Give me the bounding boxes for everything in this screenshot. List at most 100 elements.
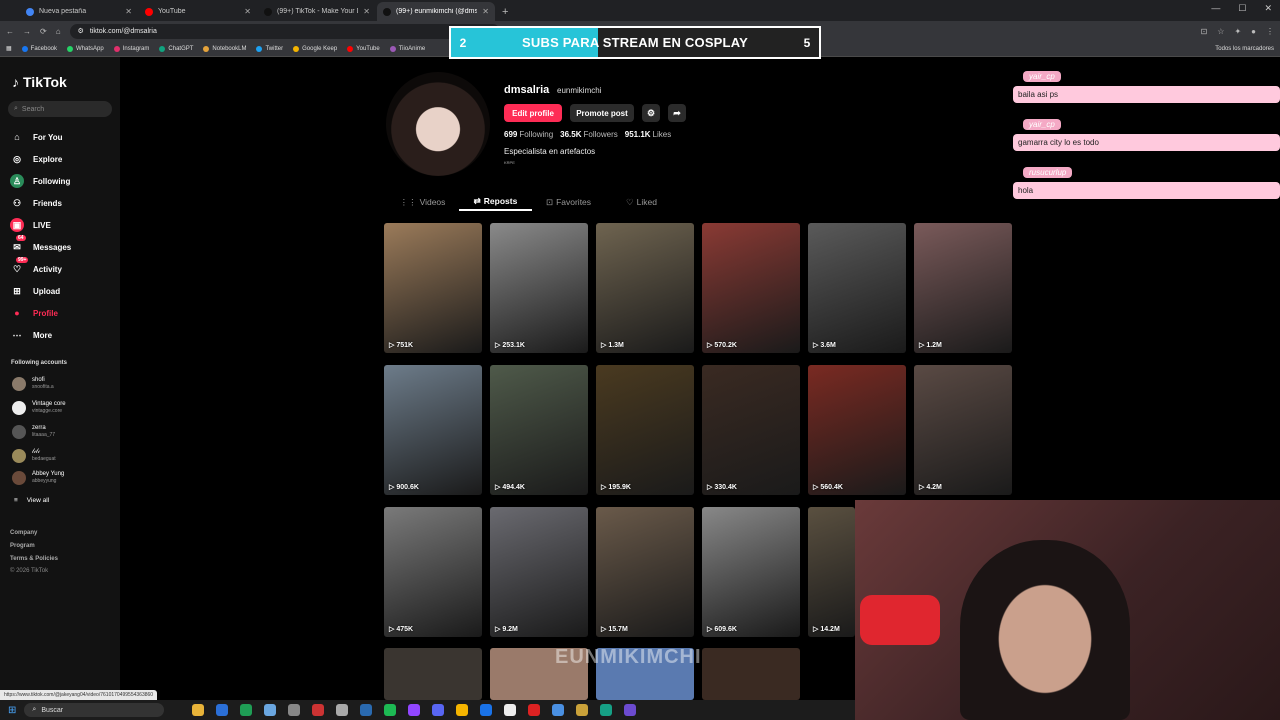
install-icon[interactable]: ⊡ (1201, 27, 1208, 36)
url-field[interactable]: ⚙ tiktok.com/@dmsalria (69, 23, 500, 39)
video-thumbnail[interactable]: ▷ 195.9K (596, 365, 694, 495)
site-info-icon[interactable]: ⚙ (78, 27, 84, 35)
browser-tab[interactable]: (99+) TikTok - Make Your Day ✕ (258, 2, 376, 21)
video-thumbnail[interactable]: ▷ 570.2K (702, 223, 800, 353)
app-icon[interactable] (624, 704, 637, 716)
video-thumb-partial[interactable] (702, 648, 800, 700)
bookmark-item[interactable]: ChatGPT (159, 45, 193, 52)
sidebar-item-live[interactable]: ▣ LIVE (10, 218, 51, 232)
discord-icon[interactable] (432, 704, 445, 716)
view-all-button[interactable]: ≡ View all (14, 497, 49, 504)
following-account[interactable]: zerra litaaaa_77 (12, 425, 55, 439)
spotify-icon[interactable] (384, 704, 397, 716)
share-icon[interactable]: ➦ (668, 104, 686, 122)
sidebar-item-upload[interactable]: ⊞ Upload (10, 284, 60, 298)
obs-icon[interactable] (312, 704, 325, 716)
video-thumbnail[interactable]: ▷ 4.2M (914, 365, 1012, 495)
excel-icon[interactable] (240, 704, 253, 716)
video-thumbnail[interactable]: ▷ 1.3M (596, 223, 694, 353)
close-window-icon[interactable]: ✕ (1264, 3, 1272, 14)
app-icon[interactable] (336, 704, 349, 716)
video-thumbnail[interactable]: ▷ 609.6K (702, 507, 800, 637)
app-icon[interactable] (552, 704, 565, 716)
bookmark-item[interactable]: Facebook (21, 45, 57, 52)
video-thumbnail[interactable]: ▷ 3.6M (808, 223, 906, 353)
bookmark-item[interactable]: WhatsApp (67, 45, 104, 52)
promote-post-button[interactable]: Promote post (570, 104, 634, 122)
bookmark-item[interactable]: Twitter (256, 45, 283, 52)
steam-icon[interactable] (360, 704, 373, 716)
back-icon[interactable]: ← (6, 27, 14, 36)
video-thumbnail[interactable]: ▷ 900.6K (384, 365, 482, 495)
tab-reposts[interactable]: ⇄ Reposts (459, 193, 532, 211)
following-account[interactable]: shofi snoofita.a (12, 377, 54, 391)
tiktok-logo[interactable]: ♪ TikTok (12, 74, 67, 90)
sidebar-item-more[interactable]: ⋯ More (10, 328, 53, 342)
app-icon[interactable] (576, 704, 589, 716)
sidebar-item-friends[interactable]: ⚇ Friends (10, 196, 62, 210)
video-thumbnail[interactable]: ▷ 1.2M (914, 223, 1012, 353)
app-icon[interactable] (480, 704, 493, 716)
following-account[interactable]: Abbey Yung abbeyyung (12, 471, 64, 485)
browser-tab[interactable]: YouTube ✕ (139, 2, 257, 21)
chrome-icon[interactable] (456, 704, 469, 716)
close-tab-icon[interactable]: ✕ (482, 7, 489, 16)
reload-icon[interactable]: ⟳ (40, 27, 47, 36)
video-thumbnail[interactable]: ▷ 253.1K (490, 223, 588, 353)
sidebar-item-for-you[interactable]: ⌂ For You (10, 130, 62, 144)
close-tab-icon[interactable]: ✕ (363, 7, 370, 16)
forward-icon[interactable]: → (23, 27, 31, 36)
video-thumbnail[interactable]: ▷ 494.4K (490, 365, 588, 495)
video-thumbnail[interactable]: ▷ 15.7M (596, 507, 694, 637)
footer-terms[interactable]: Terms & Policies (10, 556, 58, 562)
bookmark-star-icon[interactable]: ☆ (1217, 27, 1224, 36)
video-thumbnail[interactable]: ▷ 560.4K (808, 365, 906, 495)
following-account[interactable]: 𝓁𝒾𝓁𝒾 bedaeguat (12, 449, 56, 463)
sidebar-item-activity[interactable]: ♡ Activity 99+ (10, 257, 62, 276)
app-icon[interactable] (264, 704, 277, 716)
bookmark-item[interactable]: YouTube (347, 45, 380, 52)
sidebar-item-messages[interactable]: ✉ Messages 64 (10, 235, 71, 254)
taskbar-search[interactable]: ⌕ Buscar (24, 703, 165, 717)
search-input[interactable]: ⌕ Search (8, 101, 112, 117)
app-icon[interactable] (528, 704, 541, 716)
profile-menu-icon[interactable]: ● (1251, 27, 1256, 36)
video-thumbnail[interactable]: ▷ 330.4K (702, 365, 800, 495)
sidebar-item-explore[interactable]: ◎ Explore (10, 152, 62, 166)
bookmark-item[interactable]: NotebookLM (203, 45, 246, 52)
all-bookmarks[interactable]: Todos los marcadores (1215, 46, 1274, 52)
app-icon[interactable] (504, 704, 517, 716)
apps-icon[interactable]: ▦ (6, 45, 12, 52)
browser-tab[interactable]: (99+) eunmikimchi (@dmsalria) ✕ (377, 2, 495, 21)
edit-profile-button[interactable]: Edit profile (504, 104, 562, 122)
footer-company[interactable]: Company (10, 530, 37, 536)
twitch-icon[interactable] (408, 704, 421, 716)
tab-liked[interactable]: ♡ Liked (605, 193, 678, 211)
file-explorer-icon[interactable] (192, 704, 205, 716)
maximize-icon[interactable]: ☐ (1238, 3, 1246, 14)
bookmark-item[interactable]: TiioAnime (389, 45, 425, 52)
following-account[interactable]: Vintage core vintagge.core (12, 401, 66, 415)
video-thumbnail[interactable]: ▷ 9.2M (490, 507, 588, 637)
calculator-icon[interactable] (288, 704, 301, 716)
video-thumbnail[interactable]: ▷ 14.2M (808, 507, 855, 637)
sidebar-item-profile[interactable]: ● Profile (10, 306, 58, 320)
app-icon[interactable] (600, 704, 613, 716)
menu-dots-icon[interactable]: ⋮ (1266, 27, 1274, 36)
tab-favorites[interactable]: ⊡ Favorites (532, 193, 605, 211)
new-tab-button[interactable]: + (496, 2, 514, 21)
profile-avatar[interactable] (386, 72, 490, 176)
windows-start-icon[interactable]: ⊞ (8, 705, 16, 716)
browser-tab[interactable]: Nueva pestaña ✕ (20, 2, 138, 21)
extension-icon[interactable]: ✦ (1234, 27, 1241, 36)
tab-videos[interactable]: ⋮⋮ Videos (386, 193, 459, 211)
settings-gear-icon[interactable]: ⚙ (642, 104, 660, 122)
followers-stat[interactable]: 36.5K Followers (560, 130, 618, 139)
video-thumbnail[interactable]: ▷ 751K (384, 223, 482, 353)
following-stat[interactable]: 699 Following (504, 130, 553, 139)
bookmark-item[interactable]: Instagram (113, 45, 149, 52)
footer-program[interactable]: Program (10, 543, 35, 549)
close-tab-icon[interactable]: ✕ (244, 7, 251, 16)
word-icon[interactable] (216, 704, 229, 716)
minimize-icon[interactable]: — (1211, 3, 1220, 14)
